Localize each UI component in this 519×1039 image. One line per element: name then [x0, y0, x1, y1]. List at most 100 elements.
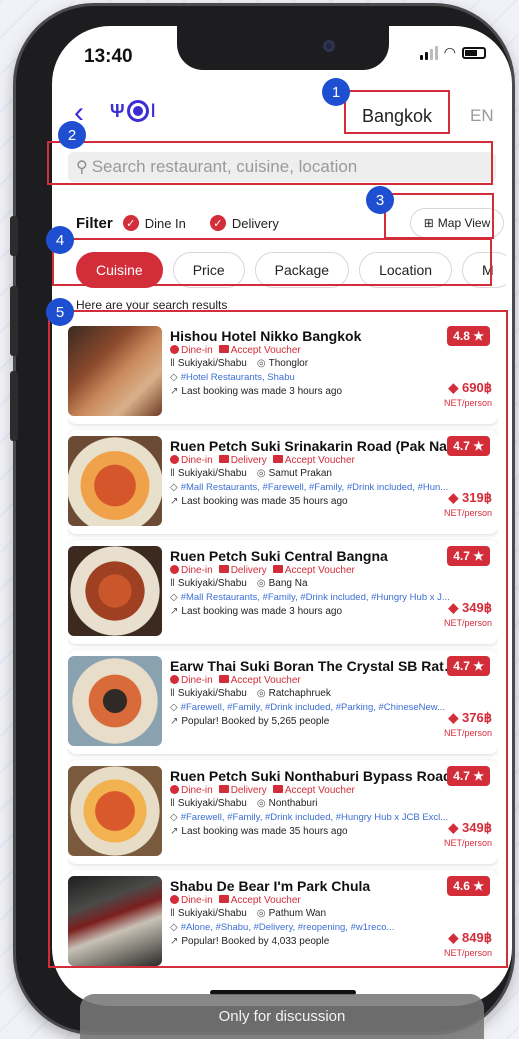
tag: Delivery [230, 455, 267, 466]
cuisine: Sukiyaki/Shabu [177, 908, 247, 919]
trend-icon: ↗ [170, 606, 179, 617]
chip-more[interactable]: M [462, 252, 506, 288]
price-tag-icon: ◆ [448, 930, 459, 945]
filter-label: Filter [76, 214, 113, 232]
language-toggle[interactable]: EN [470, 106, 494, 126]
price-value: 376฿ [462, 710, 492, 725]
tag: Dine-in [181, 455, 213, 466]
location-pin-icon: ◎ [256, 688, 266, 699]
tag-icon: ◇ [170, 592, 178, 603]
booking-text: Popular! Booked by 4,033 people [181, 936, 330, 947]
restaurant-card[interactable]: Ruen Petch Suki Nonthaburi Bypass Road D… [68, 760, 498, 864]
dine-in-checkbox[interactable]: ✓ [122, 215, 139, 231]
tag: Accept Voucher [284, 455, 355, 466]
price-value: 690฿ [462, 380, 492, 395]
categories: #Hotel Restaurants, Shabu [180, 372, 295, 383]
price: ◆ 349฿ [448, 600, 492, 616]
meta-row: Ⅱ Sukiyaki/Shabu ◎ Ratchaphruek [170, 688, 460, 699]
location-pin-icon: ◎ [256, 908, 266, 919]
chip-package[interactable]: Package [254, 252, 350, 288]
tag: Accept Voucher [284, 565, 355, 576]
voucher-icon [272, 565, 283, 573]
restaurant-photo [68, 436, 162, 526]
location: Nonthaburi [268, 798, 318, 809]
city-selector[interactable]: Bangkok [362, 106, 432, 127]
restaurant-card[interactable]: Ruen Petch Suki Srinakarin Road (Pak Nam… [68, 430, 498, 534]
tag: Dine-in [181, 895, 213, 906]
app-logo: Ψ ǀ [110, 100, 156, 122]
restaurant-name: Ruen Petch Suki Central Bangna [170, 548, 388, 564]
restaurant-photo [68, 766, 162, 856]
volume-up-button [10, 286, 18, 356]
app-header: ‹ Ψ ǀ Bangkok EN [52, 96, 512, 136]
restaurant-card[interactable]: Earw Thai Suki Boran The Crystal SB Ratc… [68, 650, 498, 754]
restaurant-card[interactable]: Shabu De Bear I'm Park Chula Dine-in Acc… [68, 870, 498, 970]
price-value: 319฿ [462, 490, 492, 505]
filter-chips: Cuisine Price Package Location M [76, 252, 506, 288]
service-tags: Dine-in Delivery Accept Voucher [170, 455, 460, 466]
notch [177, 26, 389, 70]
category-tags: ◇ #Farewell, #Family, #Drink included, #H… [170, 812, 460, 823]
booking-info: ↗ Popular! Booked by 4,033 people [170, 936, 460, 947]
restaurant-photo [68, 546, 162, 636]
categories: #Farewell, #Family, #Drink included, #Hu… [180, 812, 449, 823]
tag-icon: ◇ [170, 922, 178, 933]
search-input[interactable]: ⚲ Search restaurant, cuisine, location [68, 152, 496, 182]
chip-cuisine[interactable]: Cuisine [76, 252, 163, 288]
chip-price[interactable]: Price [172, 252, 245, 288]
price-unit: NET/person [443, 838, 492, 848]
category-tags: ◇ #Hotel Restaurants, Shabu [170, 372, 460, 383]
delivery-icon [218, 565, 229, 573]
price: ◆ 849฿ [448, 930, 492, 946]
location: Bang Na [268, 578, 308, 589]
rating-badge: 4.7 ★ [447, 656, 490, 676]
map-view-label: Map View [437, 216, 491, 230]
service-tags: Dine-in Delivery Accept Voucher [170, 785, 460, 796]
status-time: 13:40 [84, 46, 133, 67]
utensils-icon: Ⅱ [170, 908, 175, 919]
location-pin-icon: ◎ [256, 798, 266, 809]
booking-info: ↗ Last booking was made 3 hours ago [170, 606, 460, 617]
mute-switch [10, 216, 18, 256]
rating-value: 4.7 [453, 659, 470, 673]
price-tag-icon: ◆ [448, 820, 459, 835]
tag: Delivery [230, 565, 267, 576]
location: Samut Prakan [268, 468, 332, 479]
volume-down-button [10, 371, 18, 441]
service-tags: Dine-in Delivery Accept Voucher [170, 565, 460, 576]
signal-icon [419, 45, 438, 60]
tag: Accept Voucher [230, 345, 301, 356]
restaurant-card[interactable]: Ruen Petch Suki Central Bangna Dine-in D… [68, 540, 498, 644]
location: Thonglor [268, 358, 309, 369]
star-icon: ★ [473, 769, 484, 783]
delivery-icon [218, 455, 229, 463]
price-tag-icon: ◆ [448, 600, 459, 615]
rating-badge: 4.7 ★ [447, 766, 490, 786]
tag: Delivery [230, 785, 267, 796]
rating-badge: 4.7 ★ [447, 436, 490, 456]
price-value: 849฿ [462, 930, 492, 945]
annotation-number: 4 [46, 226, 74, 254]
star-icon: ★ [473, 329, 484, 343]
restaurant-name: Earw Thai Suki Boran The Crystal SB Ratc… [170, 658, 462, 674]
trend-icon: ↗ [170, 386, 179, 397]
restaurant-card[interactable]: Hishou Hotel Nikko Bangkok Dine-in Accep… [68, 320, 498, 424]
price-unit: NET/person [443, 728, 492, 738]
filter-row: Filter ✓ Dine In ✓ Delivery [76, 212, 293, 234]
delivery-icon [218, 785, 229, 793]
tag-icon: ◇ [170, 372, 178, 383]
rating-value: 4.7 [453, 549, 470, 563]
delivery-checkbox[interactable]: ✓ [209, 215, 226, 231]
price: ◆ 319฿ [448, 490, 492, 506]
map-view-button[interactable]: ⊞ Map View [410, 208, 504, 238]
price-value: 349฿ [462, 820, 492, 835]
booking-info: ↗ Popular! Booked by 5,265 people [170, 716, 460, 727]
cuisine: Sukiyaki/Shabu [177, 688, 247, 699]
price-unit: NET/person [443, 948, 492, 958]
restaurant-photo [68, 656, 162, 746]
dine-in-label: Dine In [144, 215, 186, 231]
category-tags: ◇ #Alone, #Shabu, #Delivery, #reopening, … [170, 922, 460, 933]
annotation-number: 3 [366, 186, 394, 214]
chip-location[interactable]: Location [359, 252, 453, 288]
plate-icon [126, 100, 149, 122]
